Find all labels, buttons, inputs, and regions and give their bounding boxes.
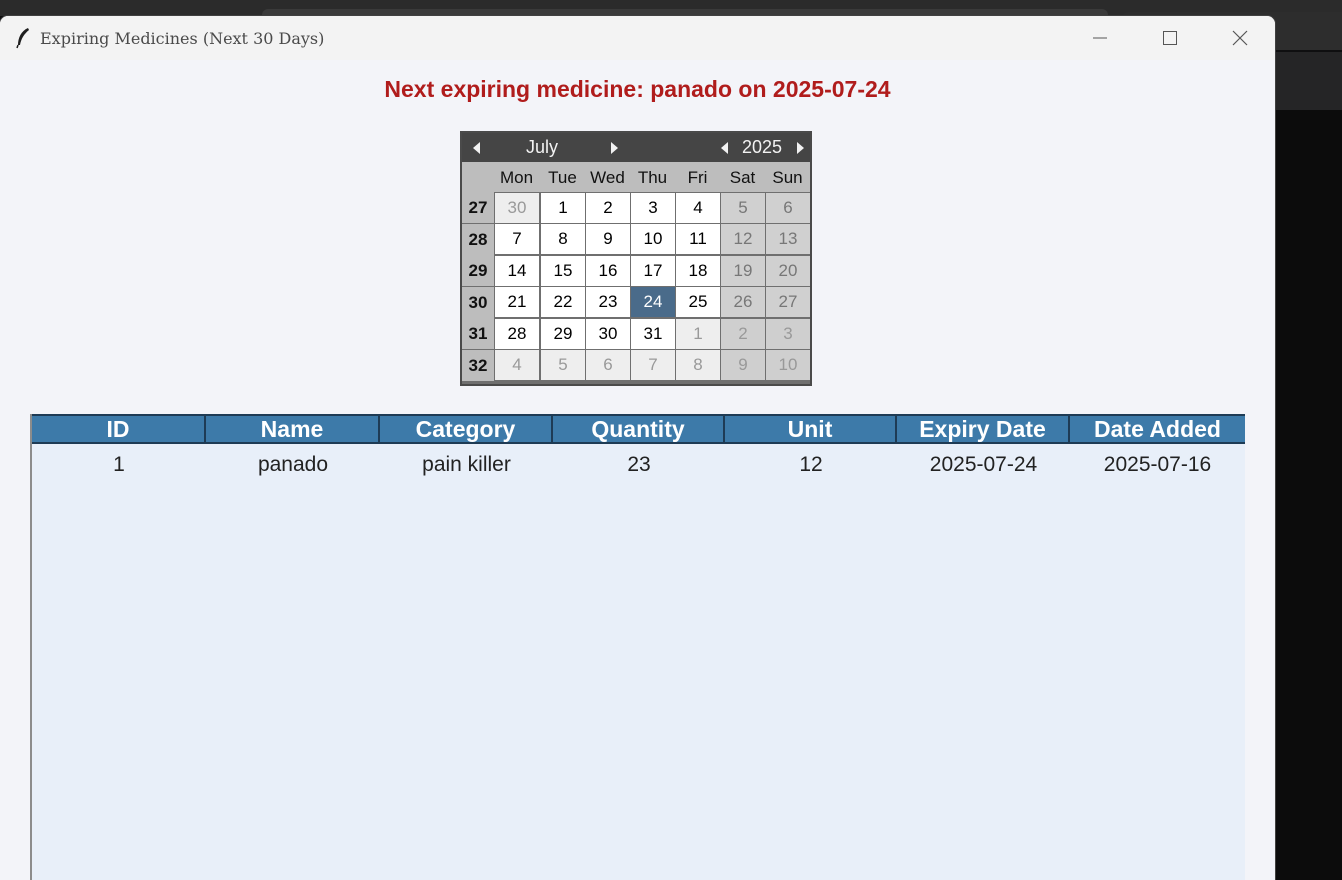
prev-month-button[interactable] [464, 133, 488, 162]
calendar-month-label: July [525, 137, 558, 157]
calendar-day[interactable]: 18 [676, 255, 720, 286]
left-arrow-icon [472, 141, 480, 154]
calendar-day[interactable]: 31 [631, 318, 675, 349]
weekday-label: Sat [729, 168, 756, 187]
calendar-weekday-row: Mon Tue Wed Thu Fri Sat Sun [462, 162, 810, 192]
calendar-day[interactable]: 25 [676, 287, 720, 317]
calendar-header: July 2025 [462, 133, 810, 162]
background-window-toolbar [1275, 52, 1342, 110]
weekday-label: Thu [637, 168, 668, 187]
minimize-icon [1093, 37, 1107, 39]
week-number: 31 [462, 318, 494, 349]
left-arrow-icon [720, 141, 728, 154]
table-cell: 2025-07-16 [1103, 453, 1212, 476]
minimize-button[interactable] [1065, 16, 1135, 60]
calendar-day[interactable]: 1 [541, 192, 585, 223]
calendar-day[interactable]: 4 [676, 192, 720, 223]
medicines-table: ID Name Category Quantity Unit Expiry Date Dat… [30, 414, 1245, 880]
column-header[interactable]: Expiry Date [897, 416, 1070, 442]
table-cell: 12 [799, 453, 823, 476]
calendar-day[interactable]: 7 [495, 224, 539, 254]
calendar-day[interactable]: 11 [676, 224, 720, 254]
column-header[interactable]: Quantity [553, 416, 725, 442]
next-month-button[interactable] [602, 133, 626, 162]
calendar-day[interactable]: 30 [495, 192, 539, 223]
calendar-day[interactable]: 8 [541, 224, 585, 254]
week-number: 29 [462, 255, 494, 286]
calendar-day[interactable]: 7 [631, 350, 675, 380]
calendar-day[interactable]: 15 [541, 255, 585, 286]
window-title: Expiring Medicines (Next 30 Days) [40, 28, 325, 48]
table-cell: pain killer [422, 453, 511, 476]
calendar-day[interactable]: 28 [495, 318, 539, 349]
right-arrow-icon [796, 141, 804, 154]
weekday-label: Mon [499, 168, 534, 187]
feather-icon [14, 27, 32, 49]
calendar-day[interactable]: 9 [721, 350, 765, 380]
calendar-day[interactable]: 1 [676, 318, 720, 349]
close-button[interactable] [1205, 16, 1275, 60]
column-header[interactable]: Category [380, 416, 553, 442]
calendar-day[interactable]: 10 [631, 224, 675, 254]
calendar-day[interactable]: 13 [766, 224, 810, 254]
column-header[interactable]: Name [206, 416, 380, 442]
maximize-button[interactable] [1135, 16, 1205, 60]
background-window-content [1275, 110, 1342, 880]
week-number: 32 [462, 349, 494, 381]
calendar-day[interactable]: 30 [586, 318, 630, 349]
calendar-day[interactable]: 5 [721, 192, 765, 223]
calendar-day[interactable]: 19 [721, 255, 765, 286]
calendar-day[interactable]: 3 [631, 192, 675, 223]
weekday-label: Tue [548, 168, 577, 187]
week-number: 30 [462, 286, 494, 318]
calendar-day[interactable]: 27 [766, 287, 810, 317]
expiring-medicines-window: Expiring Medicines (Next 30 Days) Next e… [0, 16, 1275, 880]
column-header[interactable]: Unit [725, 416, 897, 442]
right-arrow-icon [610, 141, 618, 154]
calendar-day[interactable]: 10 [766, 350, 810, 380]
calendar-widget[interactable]: July 2025 Mon Tue Wed Thu Fri Sat Sun 27 30 1 2 3 4… [460, 131, 812, 386]
close-icon [1232, 30, 1248, 46]
table-cell: 1 [113, 453, 125, 476]
weekday-label: Fri [687, 168, 708, 187]
calendar-day[interactable]: 2 [586, 192, 630, 223]
calendar-day[interactable]: 17 [631, 255, 675, 286]
column-header[interactable]: Date Added [1070, 416, 1245, 442]
calendar-day[interactable]: 24 [631, 287, 675, 317]
calendar-day[interactable]: 6 [766, 192, 810, 223]
calendar-day[interactable]: 6 [586, 350, 630, 380]
calendar-day[interactable]: 14 [495, 255, 539, 286]
table-cell: 23 [627, 453, 651, 476]
calendar-day[interactable]: 22 [541, 287, 585, 317]
next-expiring-headline: Next expiring medicine: panado on 2025-0… [384, 76, 891, 102]
table-cell: 2025-07-24 [929, 453, 1038, 476]
calendar-day[interactable]: 26 [721, 287, 765, 317]
weekday-label: Sun [772, 168, 803, 187]
calendar-day[interactable]: 2 [721, 318, 765, 349]
calendar-day[interactable]: 21 [495, 287, 539, 317]
calendar-day[interactable]: 5 [541, 350, 585, 380]
table-row[interactable]: 1 panado pain killer 23 12 2025-07-24 2025-07-… [32, 450, 1245, 480]
title-bar[interactable]: Expiring Medicines (Next 30 Days) [0, 16, 1275, 60]
table-header: ID Name Category Quantity Unit Expiry Date Dat… [32, 414, 1245, 444]
week-number: 28 [462, 223, 494, 255]
calendar-day[interactable]: 4 [495, 350, 539, 380]
calendar-day[interactable]: 20 [766, 255, 810, 286]
next-year-button[interactable] [788, 133, 812, 162]
calendar-day[interactable]: 9 [586, 224, 630, 254]
week-number: 27 [462, 192, 494, 223]
column-header[interactable]: ID [32, 416, 206, 442]
calendar-day[interactable]: 8 [676, 350, 720, 380]
calendar-day[interactable]: 23 [586, 287, 630, 317]
calendar-year-label: 2025 [741, 137, 783, 157]
table-cell: panado [257, 453, 329, 476]
maximize-icon [1163, 31, 1177, 45]
calendar-day[interactable]: 29 [541, 318, 585, 349]
calendar-day[interactable]: 3 [766, 318, 810, 349]
calendar-day[interactable]: 12 [721, 224, 765, 254]
calendar-day[interactable]: 16 [586, 255, 630, 286]
weekday-label: Wed [590, 168, 625, 187]
